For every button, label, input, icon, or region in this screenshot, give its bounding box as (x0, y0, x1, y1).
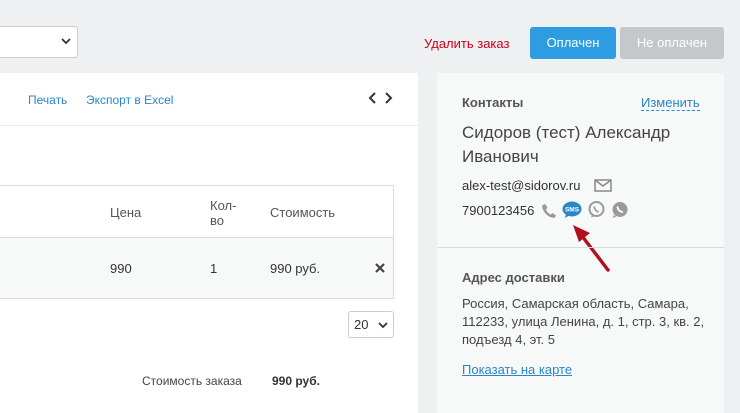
cell-cost: 990 руб. (270, 261, 321, 276)
customer-email: alex-test@sidorov.ru (462, 178, 581, 193)
cell-price: 990 (110, 261, 132, 276)
chevron-down-icon (61, 38, 71, 45)
table-row (0, 238, 393, 298)
export-excel-link[interactable]: Экспорт в Excel (86, 93, 173, 107)
cell-qty: 1 (210, 261, 218, 276)
order-items-table (0, 185, 394, 299)
chevron-right-icon (385, 92, 393, 104)
header-qty-line2: во (210, 213, 224, 228)
order-total-value: 990 руб. (272, 374, 320, 388)
envelope-icon[interactable] (594, 179, 612, 192)
delivery-heading: Адрес доставки (462, 270, 565, 285)
annotation-arrow-icon (573, 225, 610, 272)
phone-icon[interactable] (541, 203, 557, 219)
chevron-down-icon (378, 322, 388, 329)
paid-button[interactable]: Оплачен (530, 27, 616, 59)
customer-name: Сидоров (тест) Александр Иванович (462, 123, 671, 166)
delete-order-link[interactable]: Удалить заказ (424, 36, 509, 51)
header-qty-line1: Кол- (210, 198, 237, 213)
remove-item-icon[interactable] (374, 262, 386, 274)
sms-icon-label: SMS (565, 207, 580, 214)
contacts-heading: Контакты (462, 95, 524, 110)
edit-contacts-link[interactable]: Изменить (641, 95, 700, 111)
chevron-left-icon (368, 92, 376, 104)
delivery-address: Россия, Самарская область, Самара, 11223… (462, 296, 705, 347)
show-on-map-link[interactable]: Показать на карте (462, 362, 572, 377)
divider (0, 125, 418, 126)
sms-icon[interactable]: SMS (562, 201, 582, 219)
header-cost: Стоимость (270, 205, 336, 220)
unpaid-button[interactable]: Не оплачен (620, 27, 724, 59)
filter-select[interactable] (0, 26, 78, 58)
print-link[interactable]: Печать (28, 93, 67, 107)
prev-next-arrows[interactable] (368, 90, 394, 106)
divider (437, 247, 724, 248)
header-price: Цена (110, 205, 142, 220)
customer-phone: 7900123456 (462, 203, 535, 218)
whatsapp-icon[interactable] (611, 201, 629, 219)
order-total-label: Стоимость заказа (142, 374, 242, 388)
page-size-select[interactable]: 20 (348, 311, 394, 338)
page-size-value: 20 (354, 317, 369, 332)
viber-icon[interactable] (588, 201, 605, 218)
